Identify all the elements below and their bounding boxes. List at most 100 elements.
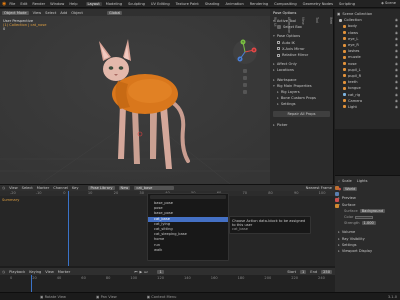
timeline-playhead[interactable]	[31, 275, 32, 292]
world-props-icon[interactable]	[335, 198, 339, 202]
visibility-eye-icon[interactable]: ◉	[395, 24, 398, 28]
outliner-item-label: Light	[348, 104, 357, 109]
visibility-eye-icon[interactable]: ◉	[395, 37, 398, 41]
properties-search-icon[interactable]: ⌕	[338, 179, 340, 183]
end-frame-field[interactable]: 250	[321, 269, 332, 274]
current-frame-field[interactable]: 1	[157, 269, 164, 274]
npanel-tab-rig-ui[interactable]: Rig UI	[273, 17, 277, 33]
relative-mirror-checkbox[interactable]	[277, 53, 280, 57]
dopesheet-area[interactable]: -20-100102030405060708090100 Summary bas…	[0, 191, 335, 266]
timeline-menu-view[interactable]: View	[45, 270, 54, 274]
visibility-eye-icon[interactable]: ◉	[395, 74, 398, 78]
play-icon[interactable]: ▶	[139, 270, 142, 274]
outliner-item[interactable]: Light ◉	[337, 104, 398, 110]
blender-logo-icon[interactable]: ◉	[2, 1, 6, 6]
menu-render[interactable]: Render	[32, 2, 45, 6]
option-relative-mirror[interactable]: Relative Mirror	[273, 52, 330, 58]
visibility-eye-icon[interactable]: ◉	[395, 99, 398, 103]
action-menu-item[interactable]: walk	[148, 248, 228, 253]
color-swatch[interactable]	[355, 215, 374, 219]
npanel-tab-tool[interactable]: Tool	[315, 17, 319, 33]
tab-scripting[interactable]: Scripting	[337, 2, 357, 6]
playhead[interactable]	[68, 191, 69, 266]
npanel-tab-animation[interactable]: Animation	[287, 17, 291, 33]
render-props-icon[interactable]	[335, 186, 339, 190]
visibility-eye-icon[interactable]: ◉	[395, 80, 398, 84]
3d-viewport[interactable]: Object Mode View Select Add Object Globa…	[0, 9, 270, 184]
viewport-menu-add[interactable]: Add	[60, 11, 67, 15]
visibility-eye-icon[interactable]: ◉	[395, 55, 398, 59]
visibility-eye-icon[interactable]: ◉	[395, 93, 398, 97]
tab-sculpting[interactable]: Sculpting	[126, 2, 147, 6]
navigation-gizmo[interactable]: X Y Z	[232, 39, 258, 65]
visibility-eye-icon[interactable]: ◉	[395, 49, 398, 53]
section-locations[interactable]: ▸ Locations	[273, 67, 330, 73]
tab-shading[interactable]: Shading	[203, 2, 222, 6]
x-mirror-checkbox[interactable]	[277, 47, 280, 51]
timeline-menu-marker[interactable]: Marker	[58, 270, 70, 274]
dopesheet-menu-key[interactable]: Key	[72, 186, 79, 190]
jump-end-icon[interactable]: ⏭	[144, 270, 147, 274]
menu-edit[interactable]: Edit	[20, 2, 27, 6]
orientation-select[interactable]: Global	[106, 10, 123, 15]
output-props-icon[interactable]	[335, 192, 339, 196]
new-action-button[interactable]: New	[118, 186, 131, 190]
menu-file[interactable]: File	[9, 2, 15, 6]
summary-channel[interactable]: Summary	[2, 198, 19, 202]
subsection-settings[interactable]: ▸ Settings	[273, 101, 330, 107]
timeline-area[interactable]: 0 20 40 60 80 100 120 140 160 180 200 220 240	[0, 275, 335, 292]
object-props-icon[interactable]	[335, 204, 339, 208]
dopesheet-menu-channel[interactable]: Channel	[53, 186, 68, 190]
visibility-eye-icon[interactable]: ◉	[395, 62, 398, 66]
tab-animation[interactable]: Animation	[223, 2, 245, 6]
npanel-tab-item[interactable]: Item	[329, 17, 333, 33]
visibility-eye-icon[interactable]: ◉	[395, 31, 398, 35]
mode-select[interactable]: Object Mode	[2, 10, 29, 15]
editor-type-icon[interactable]: ◷	[2, 186, 5, 190]
nearest-frame-select[interactable]: Nearest Frame	[306, 186, 332, 190]
menu-window[interactable]: Window	[50, 2, 64, 6]
picker-row[interactable]: ▸ Picker	[273, 121, 330, 127]
viewport-menu-view[interactable]: View	[33, 11, 42, 15]
tab-compositing[interactable]: Compositing	[272, 2, 299, 6]
dopesheet-menu-view[interactable]: View	[9, 186, 18, 190]
tab-uv-editing[interactable]: UV Editing	[149, 2, 172, 6]
viewport-menu-object[interactable]: Object	[71, 11, 83, 15]
ruler-frame-number: 90	[294, 191, 299, 195]
section-viewport-display[interactable]: ▸ Viewport Display	[338, 248, 397, 254]
visibility-eye-icon[interactable]: ◉	[395, 43, 398, 47]
zoom-icon[interactable]	[243, 69, 247, 73]
visibility-eye-icon[interactable]: ◉	[395, 86, 398, 90]
scene-selector[interactable]: ◆ Scene	[381, 1, 396, 5]
tab-rendering[interactable]: Rendering	[248, 2, 270, 6]
tab-modeling[interactable]: Modeling	[104, 2, 124, 6]
tab-geometry-nodes[interactable]: Geometry Nodes	[301, 2, 335, 6]
pose-library-mode[interactable]: Pose Library	[88, 186, 115, 190]
auto-ik-checkbox[interactable]	[277, 41, 280, 45]
timeline-menu-playback[interactable]: Playback	[9, 270, 25, 274]
npanel-tab-view[interactable]: View	[301, 17, 305, 33]
dopesheet-menu-select[interactable]: Select	[22, 186, 33, 190]
dopesheet-menu-marker[interactable]: Marker	[37, 186, 49, 190]
viewport-menu-select[interactable]: Select	[45, 11, 56, 15]
jump-start-icon[interactable]: ⏮	[134, 270, 137, 274]
outliner-item-label: lashes	[348, 49, 360, 54]
strength-field[interactable]: Strength 1.000	[338, 220, 397, 226]
visibility-eye-icon[interactable]: ◉	[395, 105, 398, 109]
tab-layout[interactable]: Layout	[85, 1, 102, 6]
action-tooltip: Choose Action data-block to be assigned …	[229, 216, 311, 234]
visibility-eye-icon[interactable]: ◉	[395, 18, 398, 22]
world-selector[interactable]: ● World	[338, 186, 397, 192]
camera-view-icon[interactable]	[243, 83, 247, 87]
repair-props-button[interactable]: Repair All Props	[273, 111, 330, 118]
timeline-menu-keying[interactable]: Keying	[29, 270, 41, 274]
pan-icon[interactable]	[243, 76, 247, 80]
visibility-eye-icon[interactable]: ◉	[395, 68, 398, 72]
dropdown-search-field[interactable]	[150, 195, 226, 199]
timeline-editor-icon[interactable]: ◷	[2, 270, 5, 274]
ortho-toggle-icon[interactable]	[243, 90, 247, 94]
tab-texture-paint[interactable]: Texture Paint	[174, 2, 201, 6]
action-name-field[interactable]: cat_base	[134, 186, 175, 190]
start-frame-field[interactable]: 1	[300, 269, 307, 274]
menu-help[interactable]: Help	[69, 2, 77, 6]
